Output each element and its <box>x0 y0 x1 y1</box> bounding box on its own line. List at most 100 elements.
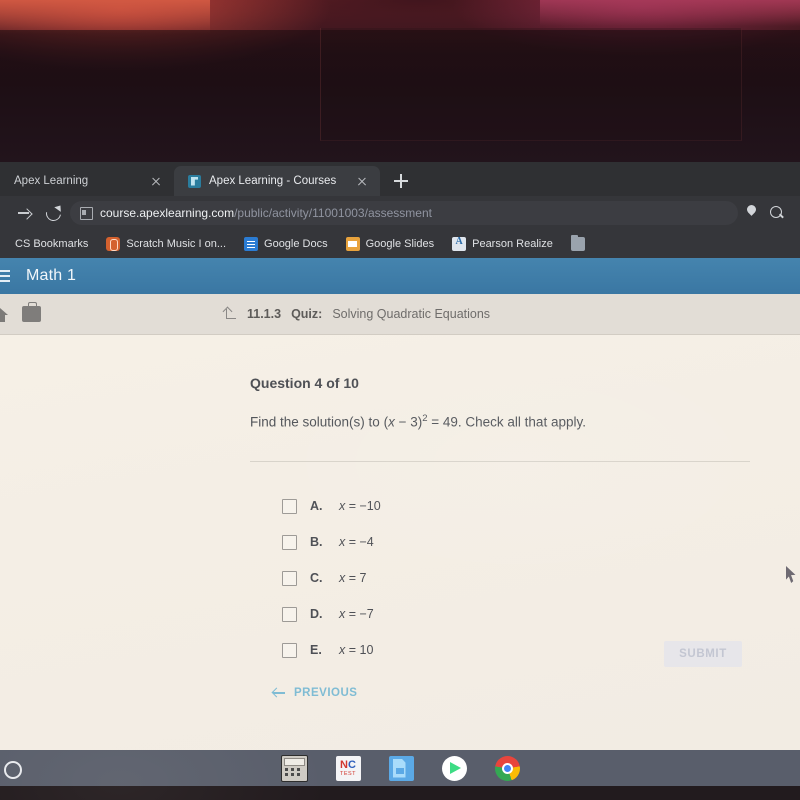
bookmarks-bar: CS Bookmarks Scratch Music I on... Googl… <box>0 230 800 258</box>
browser-tab-2[interactable]: Apex Learning - Courses <box>174 166 380 196</box>
choice-c-letter: C. <box>310 571 323 586</box>
question-counter: Question 4 of 10 <box>250 375 359 391</box>
prompt-suffix: = 49. Check all that apply. <box>427 414 586 430</box>
checkbox-d[interactable] <box>282 606 297 622</box>
browser-tab-strip: Apex Learning Apex Learning - Courses <box>0 162 800 196</box>
calculator-icon[interactable] <box>280 754 308 782</box>
browser-toolbar: course.apexlearning.com/public/activity/… <box>0 196 800 230</box>
choice-b[interactable]: B. x = −4 <box>250 524 750 560</box>
scratch-icon <box>106 237 121 251</box>
breadcrumb: 11.1.3 Quiz: Solving Quadratic Equations <box>222 307 490 321</box>
choice-a-text: x = −10 <box>339 499 381 513</box>
breadcrumb-name: Solving Quadratic Equations <box>332 307 491 321</box>
location-pin-icon[interactable] <box>738 200 764 226</box>
nc-letter-c: C <box>348 758 356 771</box>
page-title: Math 1 <box>26 267 77 284</box>
nc-test-icon[interactable]: NC TEST <box>335 755 361 781</box>
google-docs-icon <box>244 237 259 251</box>
app-header: Math 1 <box>0 258 800 294</box>
bookmark-label: Scratch Music I on... <box>126 238 227 250</box>
choice-c[interactable]: C. x = 7 <box>250 560 750 596</box>
previous-button-label: PREVIOUS <box>294 687 358 699</box>
question-content: Question 4 of 10 Find the solution(s) to… <box>0 335 800 750</box>
browser-window: Apex Learning Apex Learning - Courses co… <box>0 162 800 750</box>
bookmark-google-slides[interactable]: Google Slides <box>337 233 444 255</box>
checkbox-a[interactable] <box>282 498 297 514</box>
google-slides-icon <box>345 237 360 251</box>
choice-a-letter: A. <box>310 499 323 514</box>
submit-button[interactable]: SUBMIT <box>664 641 742 667</box>
nc-letter-n: N <box>340 758 348 771</box>
bookmark-pearson-realize[interactable]: Pearson Realize <box>443 233 562 255</box>
hamburger-icon[interactable] <box>0 269 12 283</box>
play-store-icon[interactable] <box>441 755 467 781</box>
activity-sub-header: 11.1.3 Quiz: Solving Quadratic Equations <box>0 294 800 335</box>
chrome-icon[interactable] <box>494 755 520 781</box>
question-prompt: Find the solution(s) to (x − 3)2 = 49. C… <box>250 413 750 431</box>
nc-test-sub: TEST <box>339 770 357 777</box>
prompt-prefix: Find the solution(s) to ( <box>250 414 389 430</box>
home-icon[interactable] <box>0 307 8 322</box>
choice-b-value: = −4 <box>345 535 374 550</box>
breadcrumb-kind: Quiz: <box>291 307 323 321</box>
browser-tab-1[interactable]: Apex Learning <box>0 166 174 196</box>
checkbox-c[interactable] <box>282 570 297 586</box>
checkbox-b[interactable] <box>282 534 297 550</box>
nc-test-letters: NC <box>336 758 361 771</box>
photo-shelf-edge <box>320 28 742 141</box>
search-icon[interactable] <box>764 200 790 226</box>
choice-d[interactable]: D. x = −7 <box>250 596 750 632</box>
choice-e-text: x = 10 <box>339 643 373 657</box>
question-block: Question 4 of 10 Find the solution(s) to… <box>250 375 750 668</box>
page-info-icon[interactable] <box>80 206 93 220</box>
bookmark-google-docs[interactable]: Google Docs <box>235 233 337 255</box>
browser-tab-1-title: Apex Learning <box>14 175 89 187</box>
close-icon[interactable] <box>148 173 164 189</box>
sub-header-icons <box>0 302 41 322</box>
bookmark-folder[interactable] <box>562 233 594 255</box>
breadcrumb-number: 11.1.3 <box>247 307 282 321</box>
launcher-circle-icon[interactable] <box>4 761 22 779</box>
choice-a[interactable]: A. x = −10 <box>250 488 750 524</box>
bookmark-scratch-music[interactable]: Scratch Music I on... <box>97 233 235 255</box>
bookmark-label: Google Slides <box>365 238 435 250</box>
browser-tab-2-title: Apex Learning - Courses <box>209 175 337 187</box>
reload-icon[interactable] <box>38 200 68 226</box>
photo-background <box>0 0 800 168</box>
forward-icon[interactable] <box>10 200 36 226</box>
arrow-left-icon <box>272 687 286 699</box>
apex-learning-page: Math 1 11.1.3 Quiz: Solving Quadratic Eq… <box>0 258 800 750</box>
photo-glow-left <box>0 0 210 34</box>
screenshot-root: Apex Learning Apex Learning - Courses co… <box>0 0 800 800</box>
previous-button[interactable]: PREVIOUS <box>272 687 357 699</box>
choice-e-letter: E. <box>310 643 322 658</box>
url-path: /public/activity/11001003/assessment <box>234 206 432 220</box>
apex-favicon-icon <box>188 174 201 188</box>
address-bar[interactable]: course.apexlearning.com/public/activity/… <box>70 201 738 225</box>
bookmark-label: CS Bookmarks <box>15 238 89 250</box>
choice-d-value: = −7 <box>345 607 374 622</box>
choice-b-text: x = −4 <box>339 535 374 549</box>
choice-a-value: = −10 <box>345 499 381 514</box>
choice-d-text: x = −7 <box>339 607 374 621</box>
briefcase-icon[interactable] <box>22 302 41 322</box>
address-bar-url: course.apexlearning.com/public/activity/… <box>100 206 432 220</box>
prompt-variable: x <box>388 414 395 430</box>
new-tab-button[interactable] <box>388 168 414 194</box>
checkbox-e[interactable] <box>282 642 297 658</box>
prompt-mid: − 3) <box>394 414 423 430</box>
close-icon[interactable] <box>354 173 370 189</box>
url-host: course.apexlearning.com <box>100 206 235 220</box>
google-docs-app-icon[interactable] <box>388 755 414 781</box>
chromeos-shelf: NC TEST <box>0 750 800 786</box>
photo-glow-right <box>540 0 800 26</box>
folder-icon <box>570 234 585 251</box>
choice-e-value: = 10 <box>345 643 374 658</box>
choice-b-letter: B. <box>310 535 323 550</box>
screen-bottom-bezel <box>0 786 800 800</box>
pearson-realize-icon <box>452 236 467 251</box>
bookmark-cs-bookmarks[interactable]: CS Bookmarks <box>6 233 97 255</box>
choice-d-letter: D. <box>310 607 323 622</box>
choice-c-text: x = 7 <box>339 571 366 585</box>
up-level-icon[interactable] <box>222 307 237 321</box>
